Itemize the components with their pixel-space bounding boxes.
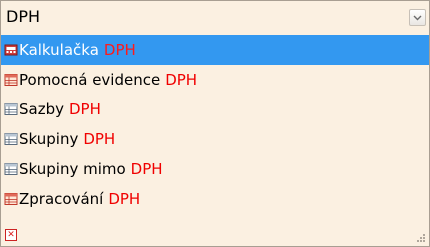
item-label: Zpracování <box>19 189 104 208</box>
close-icon[interactable]: ✕ <box>5 229 17 241</box>
item-highlight: DPH <box>103 40 136 59</box>
calculator-icon <box>4 44 18 56</box>
chevron-down-icon <box>413 15 422 20</box>
list-item-zpracovani-dph[interactable]: Zpracování DPH <box>1 184 429 214</box>
item-highlight: DPH <box>165 70 198 89</box>
list-item-kalkulacka-dph[interactable]: Kalkulačka DPH <box>1 35 429 65</box>
list-item-skupiny-mimo-dph[interactable]: Skupiny mimo DPH <box>1 154 429 184</box>
dropdown-button[interactable] <box>409 9 426 26</box>
item-label: Skupiny <box>19 130 79 149</box>
item-highlight: DPH <box>83 130 116 149</box>
item-label: Pomocná evidence <box>19 70 161 89</box>
table-icon <box>4 192 18 205</box>
list-item-sazby-dph[interactable]: Sazby DPH <box>1 95 429 125</box>
list-item-pomocna-evidence-dph[interactable]: Pomocná evidence DPH <box>1 65 429 95</box>
item-highlight: DPH <box>108 189 141 208</box>
dropdown-footer: ✕ <box>1 225 429 246</box>
item-highlight: DPH <box>69 100 101 119</box>
suggestion-list: Kalkulačka DPH Pomocná evidence DPH Sazby D… <box>1 35 429 214</box>
autocomplete-dropdown: DPH Kalkulačka DPH Pomocná evidence DPH … <box>0 0 430 247</box>
search-row[interactable]: DPH <box>1 1 429 35</box>
item-label: Sazby <box>19 100 64 119</box>
item-label: Kalkulačka <box>19 40 99 59</box>
table-icon <box>4 133 18 146</box>
table-icon <box>4 163 18 176</box>
table-icon <box>4 103 18 116</box>
table-icon <box>4 73 18 86</box>
item-highlight: DPH <box>130 160 163 179</box>
item-label: Skupiny mimo <box>19 160 126 179</box>
list-item-skupiny-dph[interactable]: Skupiny DPH <box>1 124 429 154</box>
resize-grip-icon[interactable] <box>416 233 426 243</box>
search-input[interactable]: DPH <box>6 7 40 27</box>
